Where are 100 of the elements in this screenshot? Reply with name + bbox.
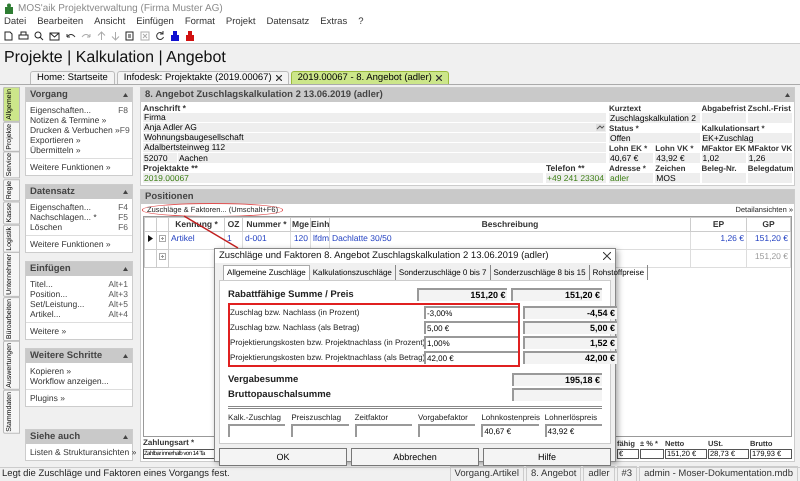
text-field[interactable]: 1,26 — [748, 153, 792, 163]
text-field[interactable]: EK+Zuschlag — [702, 133, 792, 143]
figure-icon[interactable] — [170, 31, 180, 41]
refresh-icon[interactable] — [155, 31, 165, 41]
menu-link[interactable]: Kopieren » — [30, 364, 72, 378]
field-label: MFaktor VK — [748, 144, 792, 153]
collapse-icon[interactable] — [123, 267, 128, 271]
text-field[interactable]: 2019.00067 — [143, 173, 543, 183]
row-label: Zuschlag bzw. Nachlass (als Betrag) — [230, 322, 360, 334]
column-header[interactable]: Einh — [310, 218, 330, 232]
collapse-icon[interactable] — [123, 190, 128, 194]
collapse-icon[interactable] — [123, 435, 128, 439]
expand-icon[interactable] — [159, 252, 166, 260]
text-field[interactable]: Anja Adler AG — [143, 123, 606, 133]
menu-item[interactable]: Ansicht — [94, 15, 126, 30]
menu-item[interactable]: Datei — [4, 15, 26, 30]
field-label: Preiszuschlag — [291, 412, 342, 424]
menu-link[interactable]: Eigenschaften... — [30, 104, 91, 116]
figure-icon[interactable] — [185, 31, 195, 41]
menu-item[interactable]: Extras — [320, 15, 348, 30]
text-field[interactable]: Wohnungsbaugesellschaft — [143, 133, 606, 143]
menu-item[interactable]: Datensatz — [266, 15, 310, 30]
menu-link[interactable]: Artikel... — [30, 308, 61, 320]
close-icon[interactable] — [603, 252, 611, 260]
shortcut-label: F8 — [118, 104, 128, 116]
zip-field[interactable]: 52070 — [143, 153, 177, 163]
document-tab[interactable]: Home: Startseite — [30, 71, 115, 84]
row-label: Projektierungskosten bzw. Projektnachlass (in Prozent) — [230, 336, 424, 349]
dialog-button[interactable]: Abbrechen — [351, 448, 479, 466]
menu-item[interactable]: Einfügen — [136, 15, 174, 30]
menu-link[interactable]: Set/Leistung... — [30, 298, 84, 310]
close-icon[interactable] — [276, 75, 282, 81]
field-label: Kalkulationsart * — [702, 124, 766, 133]
menu-link[interactable]: Titel... — [30, 278, 53, 290]
city-field[interactable]: Aachen — [178, 153, 606, 163]
input-field[interactable]: 42,00 € — [424, 351, 518, 364]
dialog-button[interactable]: Hilfe — [483, 448, 611, 466]
input-field[interactable]: 5,00 € — [424, 321, 518, 334]
column-header[interactable]: GP — [746, 218, 790, 232]
menu-link[interactable]: Plugins » — [30, 392, 65, 404]
menu-link[interactable]: Löschen — [30, 220, 62, 234]
menu-link[interactable]: Nachschlagen... * — [30, 210, 97, 224]
field-label: Lohnkostenpreis — [481, 412, 539, 424]
lookup-icon[interactable] — [596, 124, 605, 131]
input-field[interactable]: 1,00% — [424, 336, 518, 350]
menu-link[interactable]: Listen & Strukturansichten » — [30, 446, 136, 458]
menu-link[interactable]: Weitere Funktionen » — [30, 160, 111, 174]
row-label: Zuschlag bzw. Nachlass (in Prozent) — [230, 306, 360, 319]
text-field[interactable]: Offen — [609, 133, 700, 143]
text-field[interactable]: Zuschlagskalkulation 2 — [609, 113, 700, 123]
document-tab[interactable]: Infodesk: Projektakte (2019.00067) — [116, 71, 289, 84]
shortcut-label: F4 — [118, 200, 128, 214]
text-field[interactable] — [640, 449, 664, 459]
dialog-button[interactable]: OK — [219, 448, 347, 466]
text-field[interactable]: +49 241 23304 — [546, 173, 606, 183]
input-field[interactable]: 40,67 € — [481, 424, 539, 438]
menu-link[interactable]: Übermitteln » — [30, 144, 81, 156]
menu-link[interactable]: Drucken & Verbuchen » — [30, 124, 120, 136]
collapse-icon[interactable] — [123, 93, 128, 97]
collapse-icon[interactable] — [785, 93, 790, 97]
menu-link[interactable]: Notizen & Termine » — [30, 114, 106, 126]
printer-icon[interactable] — [18, 31, 29, 41]
menu-item[interactable]: Format — [184, 15, 215, 30]
menu-link[interactable]: Exportieren » — [30, 134, 81, 146]
shortcut-label: F6 — [118, 220, 128, 234]
tab[interactable]: Allgemeine Zuschläge — [223, 265, 310, 280]
menu-link[interactable]: Position... — [30, 288, 68, 300]
table-cell: 151,20 € — [746, 249, 790, 268]
menu-link[interactable]: Workflow anzeigen... — [30, 374, 109, 388]
menu-link[interactable]: Weitere » — [30, 324, 66, 338]
text-field[interactable]: MOS — [655, 173, 700, 183]
new-document-icon[interactable] — [4, 31, 13, 41]
envelope-icon[interactable] — [49, 32, 60, 40]
document-tab[interactable]: 2019.00067 - 8. Angebot (adler) — [290, 71, 449, 84]
menu-item[interactable]: Bearbeiten — [37, 15, 84, 30]
menu-link[interactable]: Weitere Funktionen » — [30, 238, 111, 250]
expand-icon[interactable] — [159, 234, 166, 242]
close-icon[interactable] — [436, 75, 442, 81]
column-header[interactable]: OZ — [224, 218, 242, 232]
document-icon[interactable] — [125, 31, 135, 41]
column-header[interactable]: Mge — [290, 218, 310, 232]
text-field[interactable]: Firma — [143, 113, 606, 123]
text-field[interactable]: 1,02 — [702, 153, 746, 163]
undo-icon[interactable] — [65, 32, 76, 40]
text-field[interactable]: Adalbertsteinweg 112 — [143, 143, 606, 153]
result-field: 1,52 € — [523, 336, 617, 350]
result-field: 42,00 € — [523, 351, 617, 364]
collapse-icon[interactable] — [123, 354, 128, 358]
menu-link[interactable]: Eigenschaften... — [30, 200, 91, 214]
menu-item[interactable]: Projekt — [226, 15, 256, 30]
column-header[interactable]: EP — [690, 218, 746, 232]
column-header[interactable]: Beschreibung — [330, 218, 690, 232]
text-field[interactable]: 43,92 € — [655, 153, 700, 163]
menu-item[interactable]: ? — [358, 15, 364, 30]
input-field[interactable]: 43,92 € — [544, 424, 602, 438]
text-field[interactable]: 40,67 € — [609, 153, 654, 163]
input-field[interactable]: -3,00% — [424, 306, 518, 320]
column-header[interactable]: Nummer * — [242, 218, 290, 232]
text-field[interactable]: adler — [609, 173, 654, 183]
print-preview-icon[interactable] — [34, 31, 44, 41]
